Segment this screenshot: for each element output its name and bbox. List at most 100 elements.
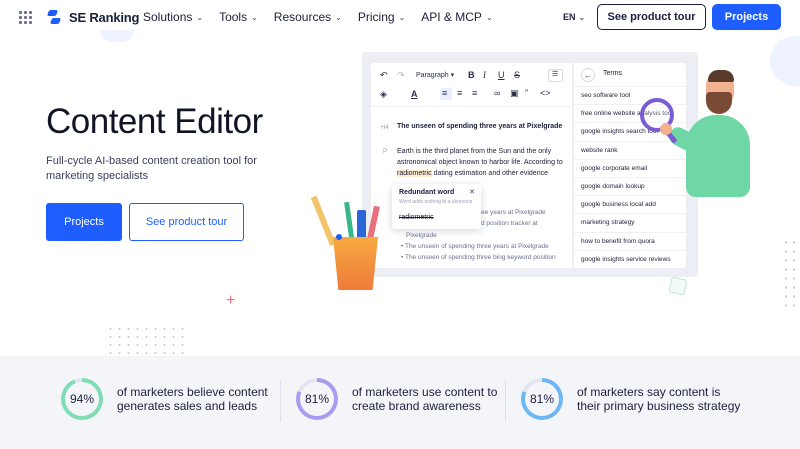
- link-icon: ∞: [494, 88, 501, 98]
- menu-api-mcp[interactable]: API & MCP ⌄: [421, 10, 492, 24]
- strikethrough-icon: S: [514, 70, 521, 80]
- popup-subtitle: Word adds nothing to a sentence: [399, 199, 473, 205]
- bold-icon: B: [468, 70, 475, 80]
- popup-word: radiometric: [399, 214, 434, 221]
- faded-text: ee years at Pixelgrade: [481, 209, 546, 216]
- stat-ring: 81%: [521, 378, 563, 420]
- align-left-icon: ≡: [442, 88, 448, 98]
- terms-panel: ← Terms seo software tool free online we…: [573, 63, 686, 268]
- language-selector[interactable]: EN ⌄: [559, 9, 589, 25]
- redo-icon: ↷: [397, 70, 405, 80]
- close-icon: ✕: [469, 189, 475, 196]
- chevron-down-icon: ⌄: [578, 12, 586, 22]
- person-hair-illustration: [708, 70, 734, 82]
- align-justify-icon: ≡: [472, 88, 478, 98]
- highlighted-word: radiometric: [397, 170, 432, 177]
- stat-text: of marketers say content is their primar…: [577, 385, 741, 413]
- stat-ring: 94%: [61, 378, 103, 420]
- caret-down-icon: ▾: [450, 72, 455, 79]
- back-arrow-icon: ←: [581, 68, 595, 82]
- image-icon: ▣: [510, 88, 519, 98]
- projects-button[interactable]: Projects: [46, 203, 122, 241]
- decor-blob: [770, 36, 800, 86]
- term-item: website rank: [574, 142, 686, 160]
- person-body-illustration: [686, 115, 750, 197]
- bullet-text: The unseen of spending three years at Pi…: [404, 243, 549, 250]
- chevron-down-icon: ⌄: [485, 12, 493, 22]
- menu-solutions[interactable]: Solutions ⌄: [143, 10, 203, 24]
- chevron-down-icon: ⌄: [398, 12, 406, 22]
- brand-logo[interactable]: SE Ranking: [46, 9, 139, 26]
- terms-header: ← Terms: [574, 63, 686, 87]
- projects-button-nav[interactable]: Projects: [712, 4, 781, 30]
- term-item: google corporate email: [574, 160, 686, 178]
- decor-blob: [100, 30, 134, 42]
- bullet-item: • The unseen of spending three years at …: [401, 243, 549, 250]
- page-subtitle: Full-cycle AI-based content creation too…: [46, 155, 257, 182]
- person-hand-illustration: [660, 123, 672, 135]
- dots-decor: [106, 325, 186, 355]
- language-label: EN: [563, 12, 576, 22]
- para-text: dating estimation and other evidence: [431, 170, 548, 177]
- doc-heading: The unseen of spending three years at Pi…: [397, 123, 563, 130]
- terms-title: Terms: [603, 70, 623, 77]
- menu-resources[interactable]: Resources ⌄: [274, 10, 342, 24]
- stat-value: 94%: [69, 392, 95, 406]
- apps-grid-icon[interactable]: [19, 11, 32, 24]
- stat-ring: 81%: [296, 378, 338, 420]
- sliders-icon: ☰: [552, 71, 559, 78]
- menu-label: Solutions: [143, 10, 193, 24]
- box-decor: [668, 276, 688, 296]
- term-item: marketing strategy: [574, 214, 686, 233]
- para-text: Earth is the third planet from the Sun a…: [397, 148, 563, 166]
- stat-item: 94% of marketers believe content generat…: [61, 378, 277, 420]
- doc-paragraph: Earth is the third planet from the Sun a…: [397, 146, 567, 179]
- dots-decor: [782, 238, 800, 308]
- see-product-tour-button[interactable]: See product tour: [129, 203, 244, 241]
- menu-pricing[interactable]: Pricing ⌄: [358, 10, 405, 24]
- term-item: google domain lookup: [574, 178, 686, 197]
- stat-text: of marketers believe content generates s…: [117, 385, 268, 413]
- fill-color-icon: ◈: [380, 89, 387, 99]
- pencil-illustration: [310, 195, 336, 247]
- pin-decor: [336, 234, 342, 240]
- faded-text: d position tracker at: [481, 220, 538, 227]
- stat-value: 81%: [304, 392, 330, 406]
- menu-label: Tools: [219, 10, 248, 24]
- bullet-text: The unseen of spending three bing keywor…: [404, 254, 556, 261]
- term-item: how to benefit from quora: [574, 233, 686, 251]
- chevron-down-icon: ⌄: [196, 12, 204, 22]
- pencil-cup-illustration: [333, 237, 378, 290]
- h4-tag: H4: [381, 125, 389, 131]
- redundant-word-popup: Redundant word ✕ Word adds nothing to a …: [392, 184, 481, 229]
- term-item: google insights service reviews: [574, 251, 686, 268]
- paragraph-select-label: Paragraph: [416, 72, 449, 79]
- term-item: google business local add: [574, 196, 686, 215]
- page-title: Content Editor: [46, 102, 263, 141]
- quote-icon: ”: [525, 88, 528, 98]
- editor-toolbar: ↶ ↷ Paragraph ▾ B I U S ☰ ◈ A ≡ ≡ ≡ ∞ ▣ …: [371, 63, 572, 107]
- plus-decor-icon: +: [226, 292, 236, 309]
- italic-icon: I: [483, 70, 486, 80]
- menu-tools[interactable]: Tools ⌄: [219, 10, 258, 24]
- faded-text: Pixelgrade: [406, 232, 437, 239]
- person-beard-illustration: [706, 92, 732, 114]
- divider: [280, 380, 281, 422]
- editor-mockup: ↶ ↷ Paragraph ▾ B I U S ☰ ◈ A ≡ ≡ ≡ ∞ ▣ …: [371, 63, 572, 268]
- popup-title: Redundant word: [399, 189, 455, 196]
- see-product-tour-button-nav[interactable]: See product tour: [597, 4, 706, 30]
- p-tag: P: [383, 149, 388, 155]
- se-ranking-logo-icon: [46, 9, 63, 26]
- align-center-icon: ≡: [457, 88, 463, 98]
- code-icon: <>: [540, 88, 551, 98]
- stat-item: 81% of marketers use content to create b…: [296, 378, 502, 420]
- menu-label: API & MCP: [421, 10, 482, 24]
- paragraph-select: Paragraph ▾: [416, 71, 454, 79]
- menu-label: Pricing: [357, 10, 395, 24]
- stat-item: 81% of marketers say content is their pr…: [521, 378, 747, 420]
- brand-name: SE Ranking: [69, 10, 140, 25]
- stat-value: 81%: [529, 392, 555, 406]
- menu-label: Resources: [273, 10, 332, 24]
- stat-text: of marketers use content to create brand…: [352, 385, 498, 413]
- chevron-down-icon: ⌄: [335, 12, 342, 22]
